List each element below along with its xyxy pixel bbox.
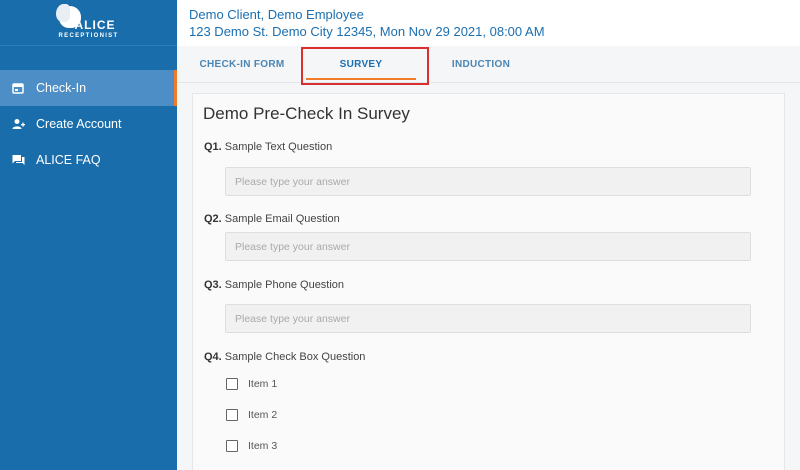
sidebar-item-label: Create Account — [36, 117, 122, 131]
sidebar-item-check-in[interactable]: Check-In — [0, 70, 177, 106]
question-text: Sample Phone Question — [224, 279, 345, 291]
checkbox[interactable] — [226, 409, 238, 421]
survey-title: Demo Pre-Check In Survey — [203, 104, 410, 123]
question-text: Sample Text Question — [224, 141, 333, 153]
sidebar-item-label: Check-In — [36, 81, 87, 95]
q2-email-input[interactable] — [225, 232, 751, 261]
tab-check-in-form[interactable]: CHECK-IN FORM — [187, 46, 297, 83]
checkbox-label: Item 1 — [248, 378, 278, 390]
q1-text-input[interactable] — [225, 167, 751, 196]
question-number: Q1. — [204, 141, 222, 153]
sidebar-item-alice-faq[interactable]: ALICE FAQ — [0, 142, 177, 178]
q3-phone-input[interactable] — [225, 304, 751, 333]
calendar-icon — [11, 81, 25, 95]
question-text: Sample Email Question — [224, 213, 340, 225]
checkbox-item-3[interactable]: Item 3 — [226, 440, 277, 452]
question-1: Q1. Sample Text Question — [204, 141, 332, 153]
highlight-box — [301, 47, 429, 85]
question-2: Q2. Sample Email Question — [204, 213, 340, 225]
alice-logo: ALICE RECEPTIONIST — [0, 0, 177, 46]
tab-bar: CHECK-IN FORM SURVEY INDUCTION — [177, 46, 800, 85]
question-text: Sample Check Box Question — [224, 351, 366, 363]
client-employee-name: Demo Client, Demo Employee — [189, 7, 364, 22]
question-number: Q2. — [204, 213, 222, 225]
checkbox-label: Item 3 — [248, 440, 278, 452]
question-number: Q4. — [204, 351, 222, 363]
tab-label: INDUCTION — [451, 59, 511, 70]
checkbox-item-1[interactable]: Item 1 — [226, 378, 277, 390]
sidebar: ALICE RECEPTIONIST Check-In Create Accou… — [0, 0, 177, 470]
checkbox[interactable] — [226, 378, 238, 390]
checkbox[interactable] — [226, 440, 238, 452]
chat-icon — [11, 153, 25, 167]
tab-label: CHECK-IN FORM — [199, 59, 285, 70]
checkbox-item-2[interactable]: Item 2 — [226, 409, 277, 421]
sidebar-nav: Check-In Create Account ALICE FAQ — [0, 70, 177, 178]
add-user-icon — [11, 117, 25, 131]
logo-word-receptionist: RECEPTIONIST — [58, 32, 119, 39]
logo-word-alice: ALICE — [74, 17, 116, 32]
question-3: Q3. Sample Phone Question — [204, 279, 344, 291]
sidebar-item-label: ALICE FAQ — [36, 153, 101, 167]
sidebar-item-create-account[interactable]: Create Account — [0, 106, 177, 142]
question-number: Q3. — [204, 279, 222, 291]
tab-induction[interactable]: INDUCTION — [423, 46, 539, 83]
checkbox-label: Item 2 — [248, 409, 278, 421]
survey-card: Demo Pre-Check In Survey Q1. Sample Text… — [192, 93, 785, 470]
address-datetime: 123 Demo St. Demo City 12345, Mon Nov 29… — [189, 24, 545, 39]
question-4: Q4. Sample Check Box Question — [204, 351, 365, 363]
page-header: Demo Client, Demo Employee 123 Demo St. … — [177, 0, 800, 46]
